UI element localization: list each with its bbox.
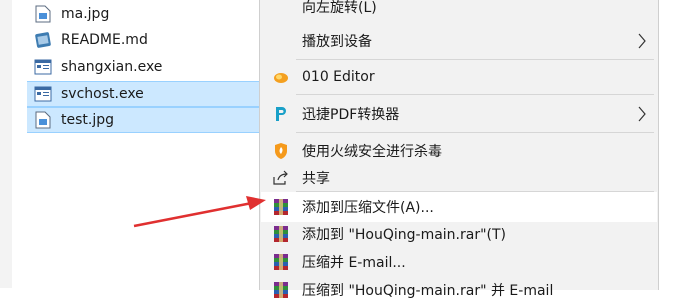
navigation-pane-edge (0, 0, 12, 288)
file-name: test.jpg (61, 112, 114, 128)
file-row-selected[interactable]: test.jpg (27, 107, 273, 133)
chevron-right-icon (638, 106, 646, 122)
file-name: shangxian.exe (61, 59, 163, 75)
file-name: ma.jpg (61, 6, 110, 22)
share-icon (271, 168, 291, 188)
huorong-shield-icon (271, 141, 291, 161)
menu-item-compress-named-and-email[interactable]: 压缩到 "HouQing-main.rar" 并 E-mail (261, 275, 657, 305)
menu-item-label: 压缩到 "HouQing-main.rar" 并 E-mail (302, 283, 554, 299)
menu-item-label: 使用火绒安全进行杀毒 (302, 144, 442, 160)
menu-separator (296, 59, 654, 60)
file-list: ma.jpg README.md shangxian.exe svchost.e… (0, 0, 273, 288)
file-name: svchost.exe (61, 86, 144, 102)
winrar-icon (271, 224, 291, 244)
executable-file-icon (33, 57, 53, 77)
file-name: README.md (61, 32, 148, 48)
markdown-file-icon (33, 30, 53, 50)
winrar-icon (271, 197, 291, 217)
menu-separator (296, 94, 654, 95)
menu-item-label: 压缩并 E-mail... (302, 255, 406, 271)
menu-item-pdf-converter[interactable]: 迅捷PDF转换器 (261, 99, 657, 129)
menu-item-add-to-named-rar[interactable]: 添加到 "HouQing-main.rar"(T) (261, 219, 657, 249)
menu-item-label: 向左旋转(L) (302, 0, 377, 16)
context-menu: 向左旋转(L) 播放到设备 010 Editor 迅捷PDF转换器 使用火绒安全… (259, 0, 659, 299)
menu-item-share[interactable]: 共享 (261, 163, 657, 193)
menu-item-compress-and-email[interactable]: 压缩并 E-mail... (261, 247, 657, 277)
menu-item-rotate-left[interactable]: 向左旋转(L) (261, 0, 657, 22)
menu-item-label: 播放到设备 (302, 34, 372, 50)
menu-item-cast-to-device[interactable]: 播放到设备 (261, 26, 657, 56)
image-file-icon (33, 110, 53, 130)
pdf-converter-icon (271, 104, 291, 124)
file-row-selected[interactable]: svchost.exe (27, 81, 273, 107)
file-row[interactable]: shangxian.exe (27, 54, 273, 80)
menu-item-label: 添加到压缩文件(A)... (302, 200, 434, 216)
file-row[interactable]: ma.jpg (27, 1, 273, 27)
menu-item-label: 添加到 "HouQing-main.rar"(T) (302, 227, 507, 243)
menu-item-010-editor[interactable]: 010 Editor (261, 62, 657, 92)
winrar-icon (271, 252, 291, 272)
image-file-icon (33, 4, 53, 24)
menu-item-label: 迅捷PDF转换器 (302, 107, 400, 123)
menu-item-add-to-archive[interactable]: 添加到压缩文件(A)... (261, 192, 657, 222)
executable-file-icon (33, 84, 53, 104)
chevron-right-icon (638, 33, 646, 49)
menu-item-label: 共享 (302, 171, 330, 187)
menu-separator (296, 132, 654, 133)
010-editor-icon (271, 67, 291, 87)
file-row[interactable]: README.md (27, 27, 273, 53)
winrar-icon (271, 280, 291, 300)
menu-item-huorong-scan[interactable]: 使用火绒安全进行杀毒 (261, 136, 657, 166)
menu-item-label: 010 Editor (302, 69, 375, 85)
